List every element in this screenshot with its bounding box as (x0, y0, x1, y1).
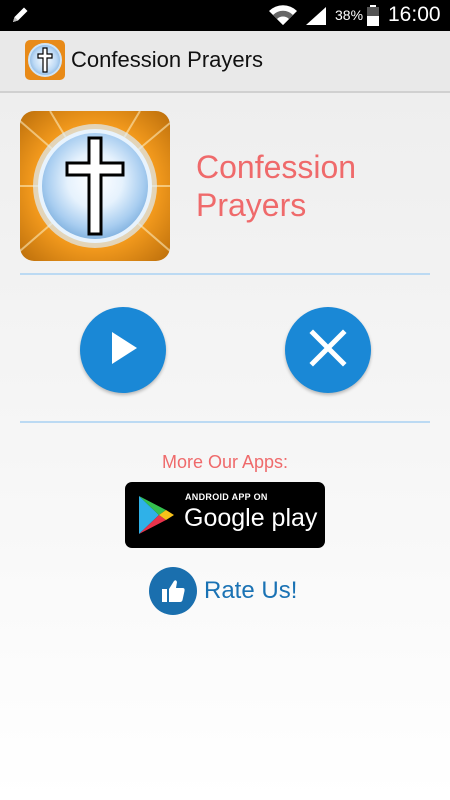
thumbs-up-icon (149, 567, 197, 615)
play-button[interactable] (80, 307, 166, 393)
divider-top (20, 273, 430, 275)
signal-icon (305, 6, 327, 31)
status-time: 16:00 (388, 3, 441, 26)
play-icon (106, 329, 140, 371)
headline: Confession Prayers (196, 148, 436, 224)
action-bar: Confession Prayers (0, 31, 450, 93)
store-badge-main-text: Google play (184, 504, 318, 532)
headline-line-2: Prayers (196, 187, 307, 223)
battery-icon (366, 5, 380, 32)
more-apps-label: More Our Apps: (161, 452, 289, 472)
close-button[interactable] (285, 307, 371, 393)
close-icon (308, 328, 348, 372)
rate-us-label: Rate Us! (204, 577, 298, 604)
play-store-icon (137, 494, 177, 540)
status-bar: 38% 16:00 (0, 0, 450, 31)
headline-line-1: Confession (196, 149, 357, 185)
divider-bottom (20, 421, 430, 423)
cross-app-icon (25, 40, 65, 80)
store-badge-top-text: ANDROID APP ON (185, 492, 268, 502)
cross-logo-icon (20, 111, 170, 261)
app-title: Confession Prayers (71, 47, 263, 72)
battery-percent: 38% (335, 7, 364, 23)
google-play-badge[interactable]: ANDROID APP ON Google play (125, 482, 325, 548)
pencil-icon (10, 5, 32, 30)
wifi-icon (268, 4, 298, 31)
